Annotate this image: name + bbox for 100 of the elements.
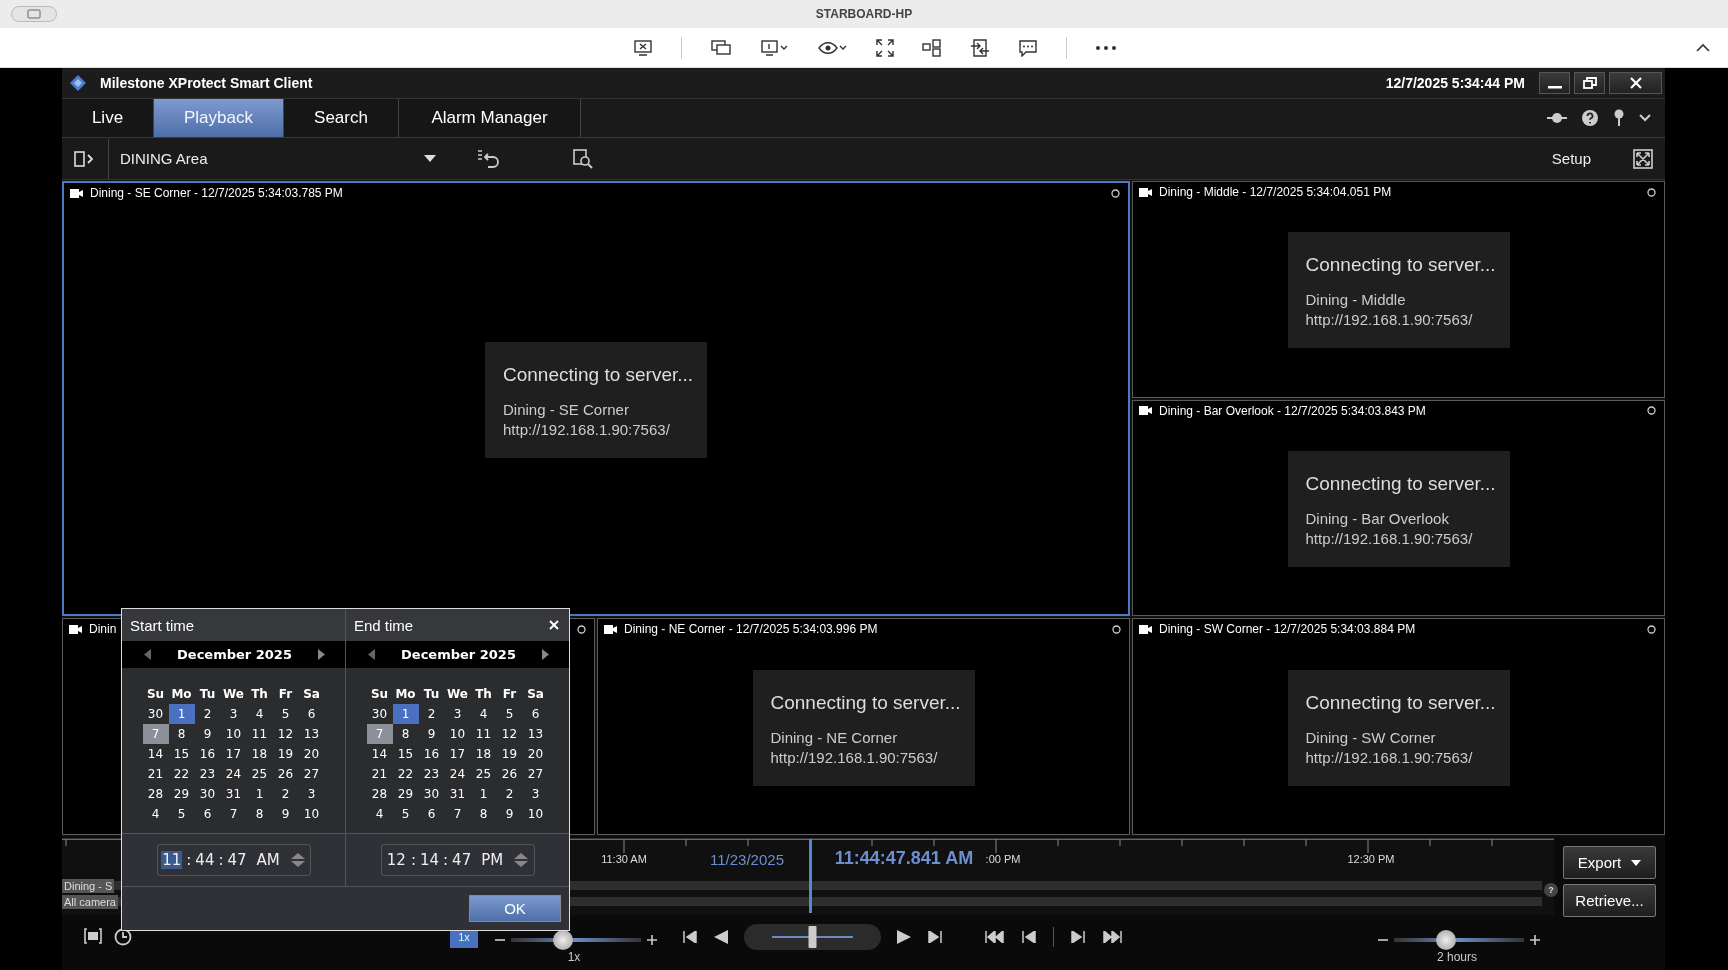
- calendar-day[interactable]: 4: [142, 803, 169, 824]
- calendar-day[interactable]: 19: [496, 743, 523, 764]
- panel-toggle-icon[interactable]: [74, 150, 96, 167]
- calendar-day[interactable]: 21: [142, 763, 169, 784]
- close-session-icon[interactable]: [633, 38, 653, 57]
- camera-view[interactable]: Dining - SE Corner - 12/7/2025 5:34:03.785 PM Connecting to server... Dining - SE Corner http://192.168.1.90:7563/: [62, 181, 1130, 617]
- view-icon[interactable]: [84, 928, 102, 944]
- calendar-day[interactable]: 1: [392, 703, 419, 724]
- calendar-day[interactable]: 1: [470, 783, 497, 804]
- calendar-day[interactable]: 2: [272, 783, 299, 804]
- clock-icon[interactable]: [114, 928, 132, 946]
- monitor-dropdown-icon[interactable]: [760, 38, 790, 57]
- restore-button[interactable]: [1574, 72, 1605, 94]
- calendar-day[interactable]: 24: [444, 763, 471, 784]
- calendar-day[interactable]: 30: [366, 703, 393, 724]
- calendar-day[interactable]: 4: [366, 803, 393, 824]
- step-forward-icon[interactable]: [927, 931, 943, 943]
- undo-icon[interactable]: [476, 148, 500, 169]
- calendar-day[interactable]: 5: [496, 703, 523, 724]
- calendar-day[interactable]: 28: [142, 783, 169, 804]
- calendar-day[interactable]: 30: [142, 703, 169, 724]
- minimize-button[interactable]: [1539, 72, 1570, 94]
- ok-button[interactable]: OK: [469, 895, 561, 922]
- calendar-day[interactable]: 18: [470, 743, 497, 764]
- slider-thumb[interactable]: [1436, 930, 1456, 950]
- plus-icon[interactable]: [1530, 935, 1540, 945]
- search-icon[interactable]: [572, 147, 594, 170]
- calendar-day[interactable]: 17: [220, 743, 247, 764]
- export-button[interactable]: Export: [1563, 846, 1656, 879]
- calendar-day[interactable]: 27: [522, 763, 549, 784]
- help-button[interactable]: ?: [1544, 883, 1558, 897]
- calendar-day[interactable]: 10: [298, 803, 325, 824]
- plus-icon[interactable]: [647, 935, 657, 945]
- calendar-day[interactable]: 21: [366, 763, 393, 784]
- help-icon[interactable]: [1581, 109, 1599, 127]
- camera-view[interactable]: Dining - Middle - 12/7/2025 5:34:04.051 PM Connecting to server... Dining - Middle http://192.168.1.90:7563/: [1132, 181, 1665, 398]
- calendar-day[interactable]: 2: [418, 703, 445, 724]
- calendar-day[interactable]: 11: [470, 723, 497, 744]
- calendar-day[interactable]: 23: [418, 763, 445, 784]
- calendar-day[interactable]: 3: [298, 783, 325, 804]
- calendar-day[interactable]: 15: [168, 743, 195, 764]
- calendar-day[interactable]: 20: [298, 743, 325, 764]
- calendar-day[interactable]: 25: [246, 763, 273, 784]
- calendar-day[interactable]: 30: [418, 783, 445, 804]
- more-icon[interactable]: [1095, 44, 1117, 51]
- calendar-day[interactable]: 17: [444, 743, 471, 764]
- calendar-day[interactable]: 29: [168, 783, 195, 804]
- calendar-day[interactable]: 1: [246, 783, 273, 804]
- transfer-icon[interactable]: [970, 38, 990, 57]
- calendar-day[interactable]: 2: [194, 703, 221, 724]
- time-field[interactable]: 12 : 14 : 47 PM: [380, 844, 535, 876]
- calendar-day[interactable]: 9: [418, 723, 445, 744]
- calendar-day[interactable]: 9: [272, 803, 299, 824]
- camera-view[interactable]: Dining - NE Corner - 12/7/2025 5:34:03.996 PM Connecting to server... Dining - NE Corner http://192.168.1.90:7563/: [597, 618, 1130, 835]
- calendar-day[interactable]: 10: [444, 723, 471, 744]
- close-button[interactable]: [1609, 72, 1662, 94]
- step-back-icon[interactable]: [682, 931, 698, 943]
- calendar-day[interactable]: 8: [246, 803, 273, 824]
- retrieve-button[interactable]: Retrieve...: [1563, 884, 1656, 917]
- calendar-day[interactable]: 13: [522, 723, 549, 744]
- calendar-day[interactable]: 31: [220, 783, 247, 804]
- previous-month-icon[interactable]: [368, 649, 375, 660]
- chat-icon[interactable]: [1018, 38, 1038, 57]
- next-month-icon[interactable]: [318, 649, 325, 660]
- calendar-day[interactable]: 2: [496, 783, 523, 804]
- calendar-day[interactable]: 8: [470, 803, 497, 824]
- setup-button[interactable]: Setup: [1547, 148, 1595, 169]
- tab[interactable]: Alarm Manager: [399, 99, 581, 137]
- tab[interactable]: Search: [284, 99, 399, 137]
- chevron-down-icon[interactable]: [1639, 114, 1651, 122]
- calendar-day[interactable]: 6: [298, 703, 325, 724]
- camera-view[interactable]: Dining - SW Corner - 12/7/2025 5:34:03.884 PM Connecting to server... Dining - SW Corner http://192.168.1.90:7563/: [1132, 618, 1665, 835]
- calendar-day[interactable]: 29: [392, 783, 419, 804]
- calendar-day[interactable]: 15: [392, 743, 419, 764]
- calendar-day[interactable]: 7: [220, 803, 247, 824]
- calendar-day[interactable]: 13: [298, 723, 325, 744]
- skip-start-icon[interactable]: [985, 931, 1005, 943]
- calendar-day[interactable]: 26: [272, 763, 299, 784]
- calendar-day[interactable]: 6: [522, 703, 549, 724]
- next-icon[interactable]: [1070, 931, 1086, 943]
- calendar-day[interactable]: 25: [470, 763, 497, 784]
- calendar-day[interactable]: 10: [522, 803, 549, 824]
- camera-view[interactable]: Dining - Bar Overlook - 12/7/2025 5:34:03.843 PM Connecting to server... Dining - Bar Overlook http://192.168.1.90:7563/: [1132, 399, 1665, 617]
- slider-thumb[interactable]: [553, 930, 573, 950]
- calendar-day[interactable]: 9: [496, 803, 523, 824]
- spinner-icon[interactable]: [513, 852, 530, 868]
- calendar-day[interactable]: 16: [194, 743, 221, 764]
- calendar-day[interactable]: 6: [194, 803, 221, 824]
- reverse-play-icon[interactable]: [714, 930, 728, 944]
- next-month-icon[interactable]: [542, 649, 549, 660]
- calendar-day[interactable]: 5: [272, 703, 299, 724]
- calendar-day[interactable]: 7: [444, 803, 471, 824]
- time-field[interactable]: 11 : 44 : 47 AM: [156, 844, 311, 876]
- play-icon[interactable]: [897, 930, 911, 944]
- pin-icon[interactable]: [1613, 109, 1625, 127]
- calendar-day[interactable]: 18: [246, 743, 273, 764]
- calendar-day[interactable]: 20: [522, 743, 549, 764]
- calendar-day[interactable]: 11: [246, 723, 273, 744]
- calendar-day[interactable]: 26: [496, 763, 523, 784]
- calendar-day[interactable]: 3: [444, 703, 471, 724]
